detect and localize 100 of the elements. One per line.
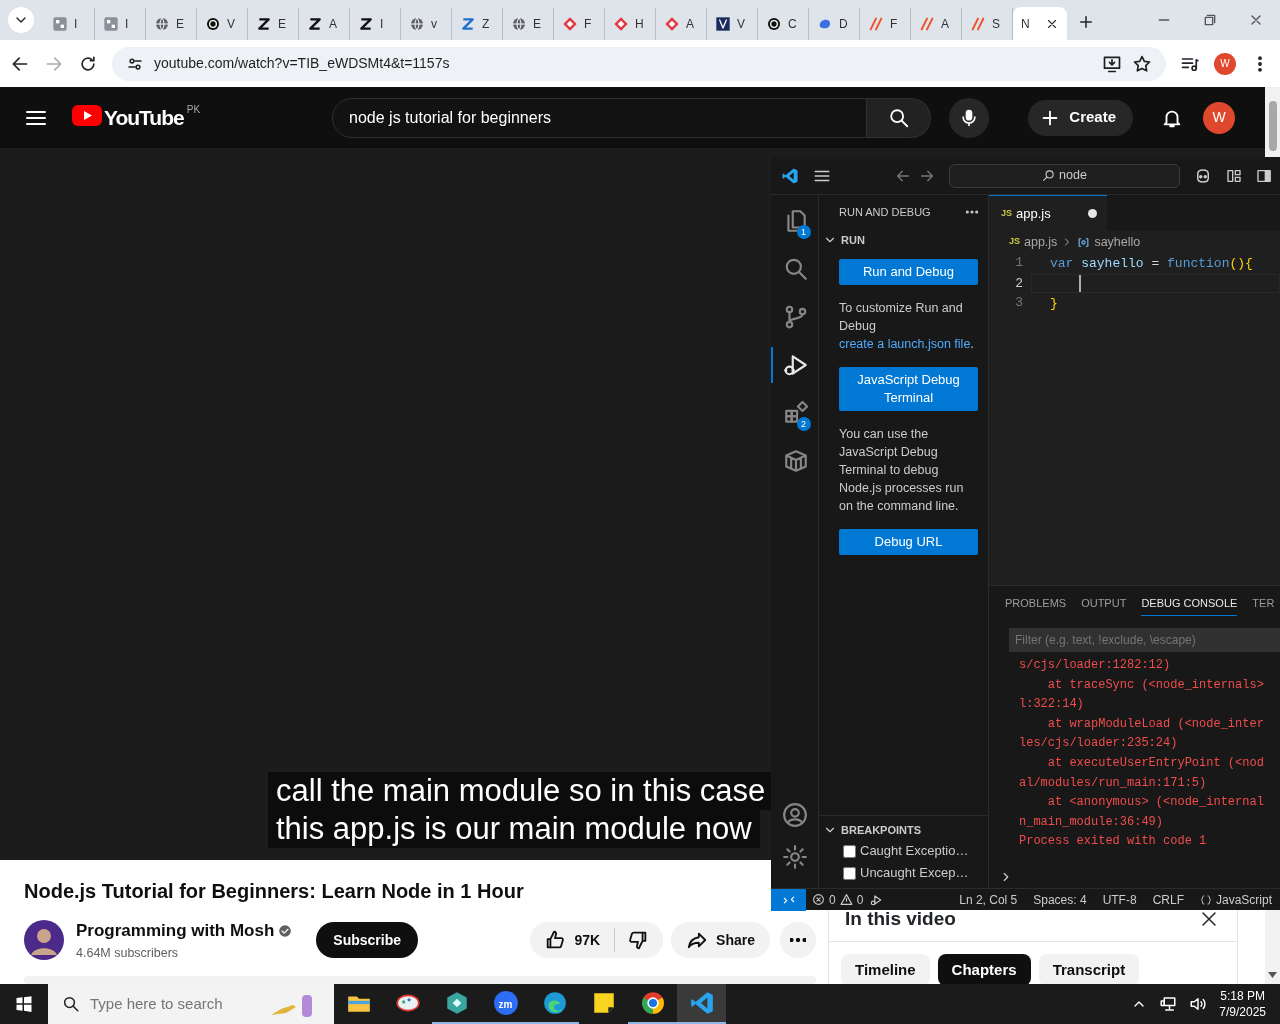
taskbar-app[interactable]: zm <box>481 984 530 1024</box>
checkbox[interactable] <box>843 866 856 880</box>
chapter-tab[interactable]: Chapters <box>937 954 1031 984</box>
panel-tab[interactable]: DEBUG CONSOLE <box>1141 594 1238 616</box>
subscribe-button[interactable]: Subscribe <box>316 922 419 959</box>
command-center-search[interactable]: node <box>949 163 1180 188</box>
tab-title: I <box>125 16 129 33</box>
warning-count: 0 <box>856 891 864 909</box>
site-icon <box>307 16 323 32</box>
video-call-app-icon <box>492 990 519 1016</box>
panel-tab[interactable]: PROBLEMS <box>1005 594 1067 616</box>
windows-logo-icon <box>15 995 33 1013</box>
error-icon <box>812 893 825 906</box>
panel-title: In this video <box>845 906 956 931</box>
code-token: function <box>1167 255 1230 273</box>
checkbox[interactable] <box>843 844 856 858</box>
status-item[interactable]: Ln 2, Col 5 <box>959 890 1018 909</box>
section-title[interactable]: BREAKPOINTS <box>841 821 922 839</box>
checkbox-label[interactable]: Uncaught Excep… <box>860 863 969 883</box>
text-cursor <box>1079 275 1081 292</box>
sidebar-button[interactable]: Debug URL <box>839 529 978 555</box>
copilot-icon[interactable] <box>1194 166 1212 185</box>
error-count: 0 <box>829 891 836 909</box>
taskbar-search-field[interactable]: Type here to search <box>88 991 258 1017</box>
tab-title: E <box>278 16 286 33</box>
volume-icon[interactable] <box>1189 995 1208 1013</box>
line-number: 2 <box>1014 275 1024 293</box>
youtube-logo-text[interactable]: YouTube <box>104 101 184 134</box>
console-line: at traceSync (<node_internals> <box>1046 676 1265 694</box>
console-line: n_main_module:36:49) <box>1019 813 1165 831</box>
tab-label: app.js <box>1016 204 1051 223</box>
profile-avatar[interactable]: W <box>1214 52 1236 75</box>
search-button[interactable] <box>867 97 932 138</box>
language-mode[interactable]: JavaScript <box>1199 890 1272 909</box>
scroll-down-icon[interactable] <box>1268 972 1277 978</box>
site-icon <box>511 16 527 32</box>
console-line: Process exited with code 1 <box>1019 833 1208 851</box>
layout-icon[interactable] <box>1226 167 1242 184</box>
tab-list-button[interactable] <box>8 7 34 33</box>
braces-icon <box>1199 893 1212 906</box>
warning-icon <box>839 893 853 906</box>
clock-date: 7/9/2025 <box>1219 1004 1266 1020</box>
like-dislike-control[interactable]: 97K <box>530 922 664 959</box>
account-icon[interactable] <box>781 802 808 828</box>
breadcrumb-item[interactable]: app.js <box>1024 232 1058 252</box>
editor-tab[interactable]: JS app.js <box>989 195 1107 231</box>
site-icon <box>103 16 119 32</box>
search-field[interactable]: node js tutorial for beginners <box>332 97 868 138</box>
activity-bar-item[interactable]: 1 <box>770 203 819 239</box>
section-title[interactable]: RUN <box>841 231 865 249</box>
taskbar-search-box[interactable]: Type here to search <box>48 984 334 1024</box>
panel-toggle-icon[interactable] <box>1256 167 1272 184</box>
panel-tab[interactable]: OUTPUT <box>1081 594 1127 616</box>
console-line: at executeUserEntryPoint (<nod <box>1046 754 1265 772</box>
panel-tab[interactable]: TER <box>1252 594 1275 616</box>
filter-field[interactable]: Filter (e.g. text, !exclude, \escape) <box>1009 628 1280 652</box>
chapter-tab[interactable]: Timeline <box>841 954 930 984</box>
channel-name[interactable]: Programming with Mosh <box>76 918 275 944</box>
more-actions-button[interactable] <box>780 922 816 959</box>
restore-icon[interactable] <box>1202 12 1218 28</box>
line-number: 3 <box>1014 294 1024 312</box>
code-token: } <box>1050 295 1058 313</box>
share-button[interactable]: Share <box>671 922 770 959</box>
sidebar-button[interactable]: JavaScript Debug Terminal <box>839 367 978 411</box>
tab-title: H <box>635 16 644 33</box>
browser-tab[interactable]: N <box>1013 7 1067 41</box>
new-tab-icon[interactable] <box>1077 13 1095 31</box>
network-icon[interactable] <box>1159 995 1178 1013</box>
site-icon <box>409 16 425 32</box>
close-icon[interactable] <box>1045 17 1059 31</box>
tab-title: I <box>380 16 384 33</box>
address-bar[interactable]: youtube.com/watch?v=TIB_eWDSMt4&t=1157s <box>112 46 1166 81</box>
tab-title: V <box>227 16 235 33</box>
vscode-logo-icon[interactable] <box>781 166 799 185</box>
remote-button[interactable] <box>771 888 806 911</box>
help-text: To customize Run and Debug create a launch.json file. <box>839 300 975 353</box>
status-item[interactable]: CRLF <box>1152 890 1184 909</box>
channel-avatar-icon[interactable] <box>24 920 64 961</box>
variable-symbol-icon <box>1077 235 1091 249</box>
site-icon <box>919 16 935 32</box>
create-button[interactable]: Create <box>1028 99 1133 136</box>
site-icon <box>256 16 272 32</box>
breadcrumb-item[interactable]: sayhello <box>1094 232 1141 252</box>
tab-title: N <box>1021 16 1030 33</box>
settings-icon[interactable] <box>781 844 808 870</box>
account-avatar[interactable]: W <box>1203 101 1235 134</box>
run-debug-icon <box>782 352 809 378</box>
status-item[interactable]: UTF-8 <box>1102 890 1137 909</box>
tab-title: A <box>941 16 949 33</box>
checkbox-label[interactable]: Caught Exceptio… <box>860 841 969 861</box>
youtube-play-icon[interactable] <box>72 104 102 126</box>
debug-run-icon[interactable] <box>869 892 884 907</box>
activity-bar-item[interactable]: 2 <box>770 395 819 431</box>
status-item[interactable]: Spaces: 4 <box>1033 890 1087 909</box>
tab-title: v <box>431 16 437 33</box>
chapter-tab[interactable]: Transcript <box>1038 954 1140 984</box>
tab-title: C <box>788 16 797 33</box>
sidebar-button[interactable]: Run and Debug <box>839 259 978 285</box>
tab-title: S <box>992 16 1000 33</box>
bookmark-star-icon[interactable] <box>1132 53 1152 74</box>
